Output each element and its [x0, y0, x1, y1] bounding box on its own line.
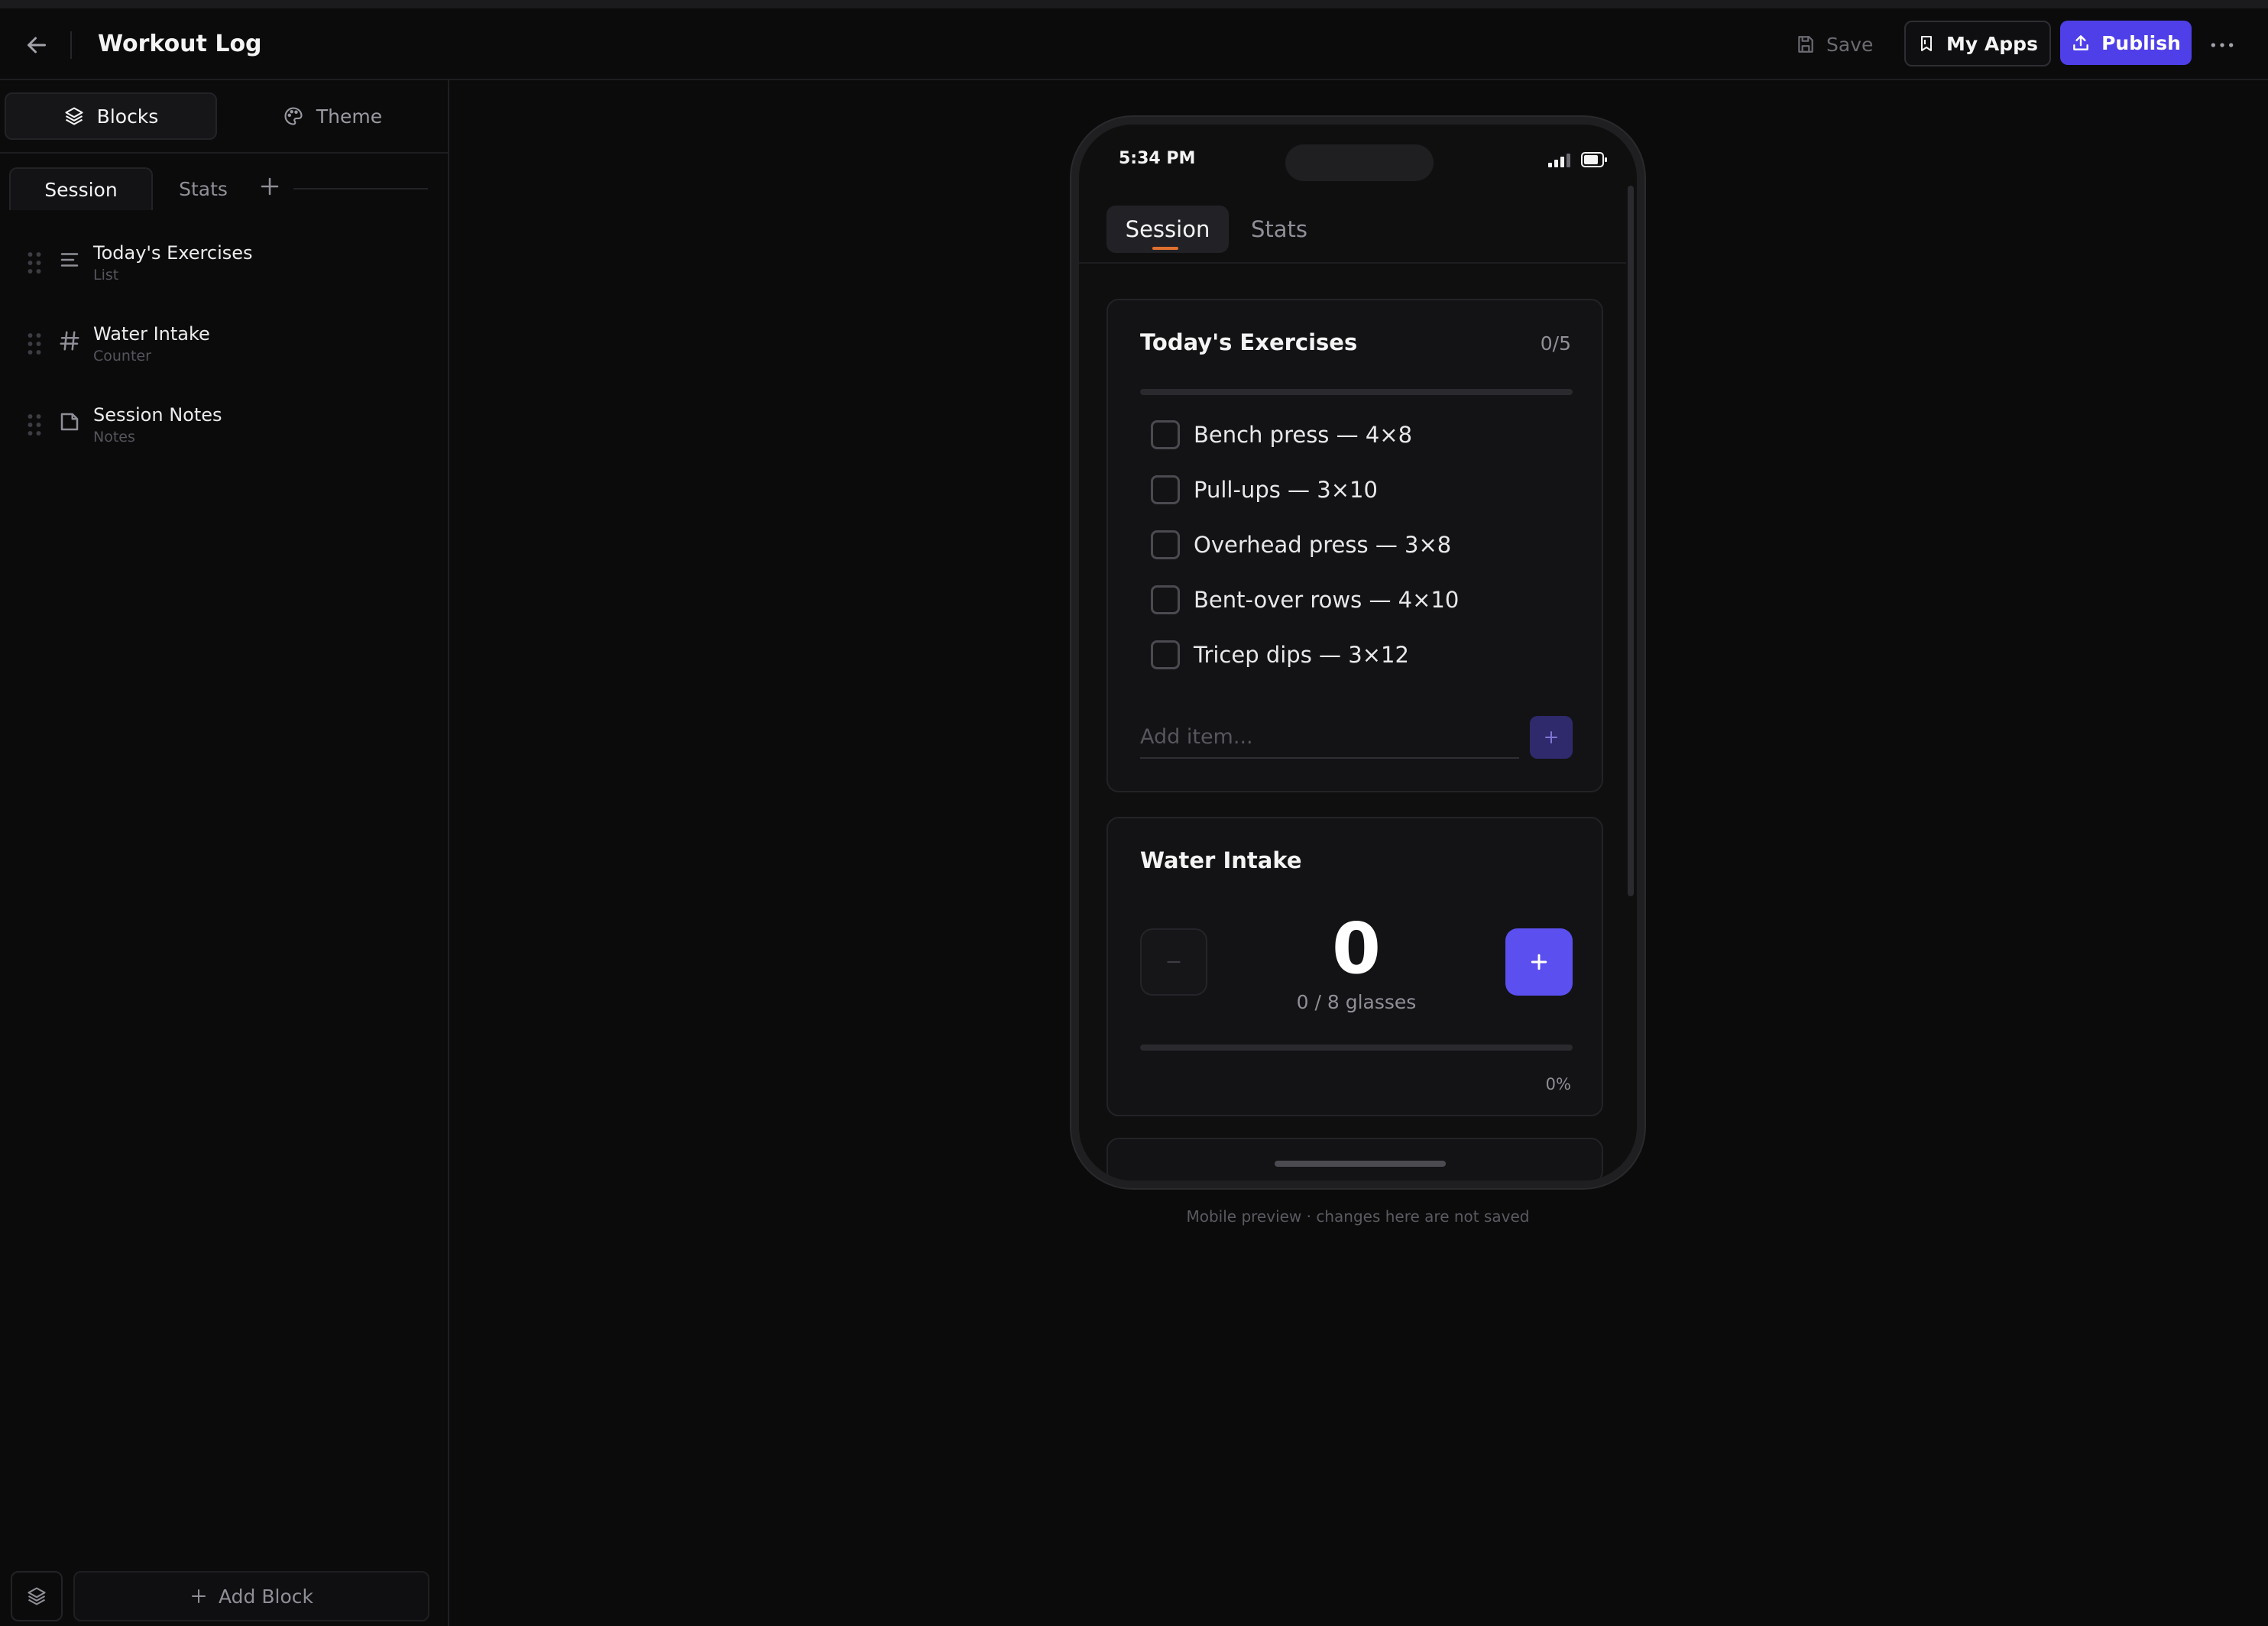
plus-icon	[192, 1589, 206, 1603]
block-item-name: Water Intake	[93, 323, 210, 345]
home-indicator	[1275, 1161, 1446, 1167]
page-tabs-line	[293, 188, 428, 189]
save-icon	[1798, 36, 1813, 53]
drag-handle-icon[interactable]	[26, 331, 43, 357]
save-button[interactable]: Save	[1796, 22, 1887, 66]
layers-toggle-button[interactable]	[11, 1571, 63, 1621]
plus-icon	[1531, 954, 1547, 970]
block-item-type: Counter	[93, 348, 151, 364]
exercise-label: Tricep dips — 3×12	[1194, 642, 1409, 668]
add-block-label: Add Block	[219, 1585, 313, 1608]
water-intake-card: Water Intake 0 0 / 8 glasses 0%	[1106, 817, 1603, 1116]
water-intake-title: Water Intake	[1140, 847, 1302, 873]
tab-theme[interactable]: Theme	[226, 92, 439, 140]
add-page-icon[interactable]	[258, 175, 281, 198]
exercise-label: Bench press — 4×8	[1194, 422, 1413, 448]
exercise-checkbox[interactable]	[1151, 475, 1180, 504]
phone-tabs-divider	[1079, 262, 1626, 264]
layers-icon	[28, 1587, 46, 1605]
water-progress-bar	[1140, 1045, 1573, 1051]
my-apps-button[interactable]: My Apps	[1904, 21, 2051, 66]
window-top-strip	[0, 0, 2268, 8]
status-bar-icons	[1548, 152, 1607, 167]
phone-tab-stats[interactable]: Stats	[1241, 206, 1317, 253]
bookmark-icon	[1921, 36, 1933, 51]
battery-icon	[1581, 152, 1607, 167]
list-item[interactable]: Bench press — 4×8	[1151, 419, 1412, 450]
block-item-name: Session Notes	[93, 404, 222, 426]
exercises-progress-bar	[1140, 389, 1573, 395]
exercise-checkbox[interactable]	[1151, 640, 1180, 669]
list-item[interactable]: Pull-ups — 3×10	[1151, 475, 1378, 505]
counter-value: 0	[1331, 908, 1381, 990]
decrement-button[interactable]	[1140, 928, 1207, 996]
block-item-water-intake[interactable]: Water Intake Counter	[0, 311, 448, 387]
hash-icon	[60, 331, 79, 351]
exercise-label: Overhead press — 3×8	[1194, 532, 1452, 558]
upload-icon	[2073, 35, 2088, 50]
phone-preview: 5:34 PM Session Stats Today's Exercises …	[1071, 117, 1644, 1188]
increment-button[interactable]	[1505, 928, 1573, 996]
block-item-type: List	[93, 267, 119, 283]
plus-icon	[1545, 731, 1557, 743]
phone-tab-session[interactable]: Session	[1106, 206, 1229, 253]
tab-blocks-label: Blocks	[96, 105, 159, 128]
minus-icon	[1167, 960, 1181, 964]
exercise-checkbox[interactable]	[1151, 585, 1180, 614]
add-item-input[interactable]	[1140, 716, 1519, 759]
add-item-button[interactable]	[1530, 716, 1573, 759]
page-tab-stats[interactable]: Stats	[164, 167, 243, 210]
note-icon	[60, 413, 79, 431]
list-item[interactable]: Tricep dips — 3×12	[1151, 640, 1409, 670]
counter-subtitle: 0 / 8 glasses	[1296, 991, 1417, 1013]
exercise-label: Pull-ups — 3×10	[1194, 477, 1378, 503]
tab-theme-label: Theme	[316, 105, 383, 128]
publish-button[interactable]: Publish	[2060, 21, 2192, 65]
drag-handle-icon[interactable]	[26, 412, 43, 438]
tab-blocks[interactable]: Blocks	[5, 92, 217, 140]
signal-icon	[1548, 154, 1570, 167]
list-item[interactable]: Bent-over rows — 4×10	[1151, 585, 1459, 615]
layers-icon	[65, 107, 83, 125]
my-apps-label: My Apps	[1946, 32, 2038, 55]
page-title: Workout Log	[98, 31, 262, 57]
sidebar: Blocks Theme Session Stats Today's Exerc…	[0, 80, 449, 1626]
sidebar-divider	[0, 152, 448, 154]
app-header: Workout Log Save My Apps Publish	[0, 8, 2268, 80]
block-item-session-notes[interactable]: Session Notes Notes	[0, 392, 448, 468]
publish-label: Publish	[2101, 31, 2181, 54]
exercises-card: Today's Exercises 0/5 Bench press — 4×8 …	[1106, 299, 1603, 792]
status-time: 5:34 PM	[1119, 149, 1196, 168]
exercises-title: Today's Exercises	[1140, 329, 1358, 355]
block-item-type: Notes	[93, 429, 135, 445]
active-tab-indicator	[1152, 247, 1178, 250]
more-horizontal-icon[interactable]	[2207, 30, 2237, 60]
block-item-todays-exercises[interactable]: Today's Exercises List	[0, 230, 448, 306]
add-block-button[interactable]: Add Block	[73, 1571, 429, 1621]
drag-handle-icon[interactable]	[26, 250, 43, 276]
phone-scrollbar[interactable]	[1628, 186, 1634, 896]
list-item[interactable]: Overhead press — 3×8	[1151, 530, 1451, 560]
exercise-checkbox[interactable]	[1151, 530, 1180, 559]
palette-icon	[284, 107, 303, 125]
dynamic-island	[1285, 144, 1434, 181]
page-tab-session[interactable]: Session	[9, 167, 153, 210]
list-icon	[60, 253, 79, 267]
header-divider	[70, 31, 72, 59]
exercise-label: Bent-over rows — 4×10	[1194, 587, 1460, 613]
preview-caption: Mobile preview · changes here are not sa…	[1186, 1207, 1530, 1226]
save-label: Save	[1826, 33, 1874, 56]
block-item-name: Today's Exercises	[93, 242, 253, 264]
exercise-checkbox[interactable]	[1151, 420, 1180, 449]
water-percent-label: 0%	[1545, 1075, 1571, 1093]
arrow-left-icon[interactable]	[23, 31, 50, 59]
exercises-count: 0/5	[1540, 332, 1571, 355]
